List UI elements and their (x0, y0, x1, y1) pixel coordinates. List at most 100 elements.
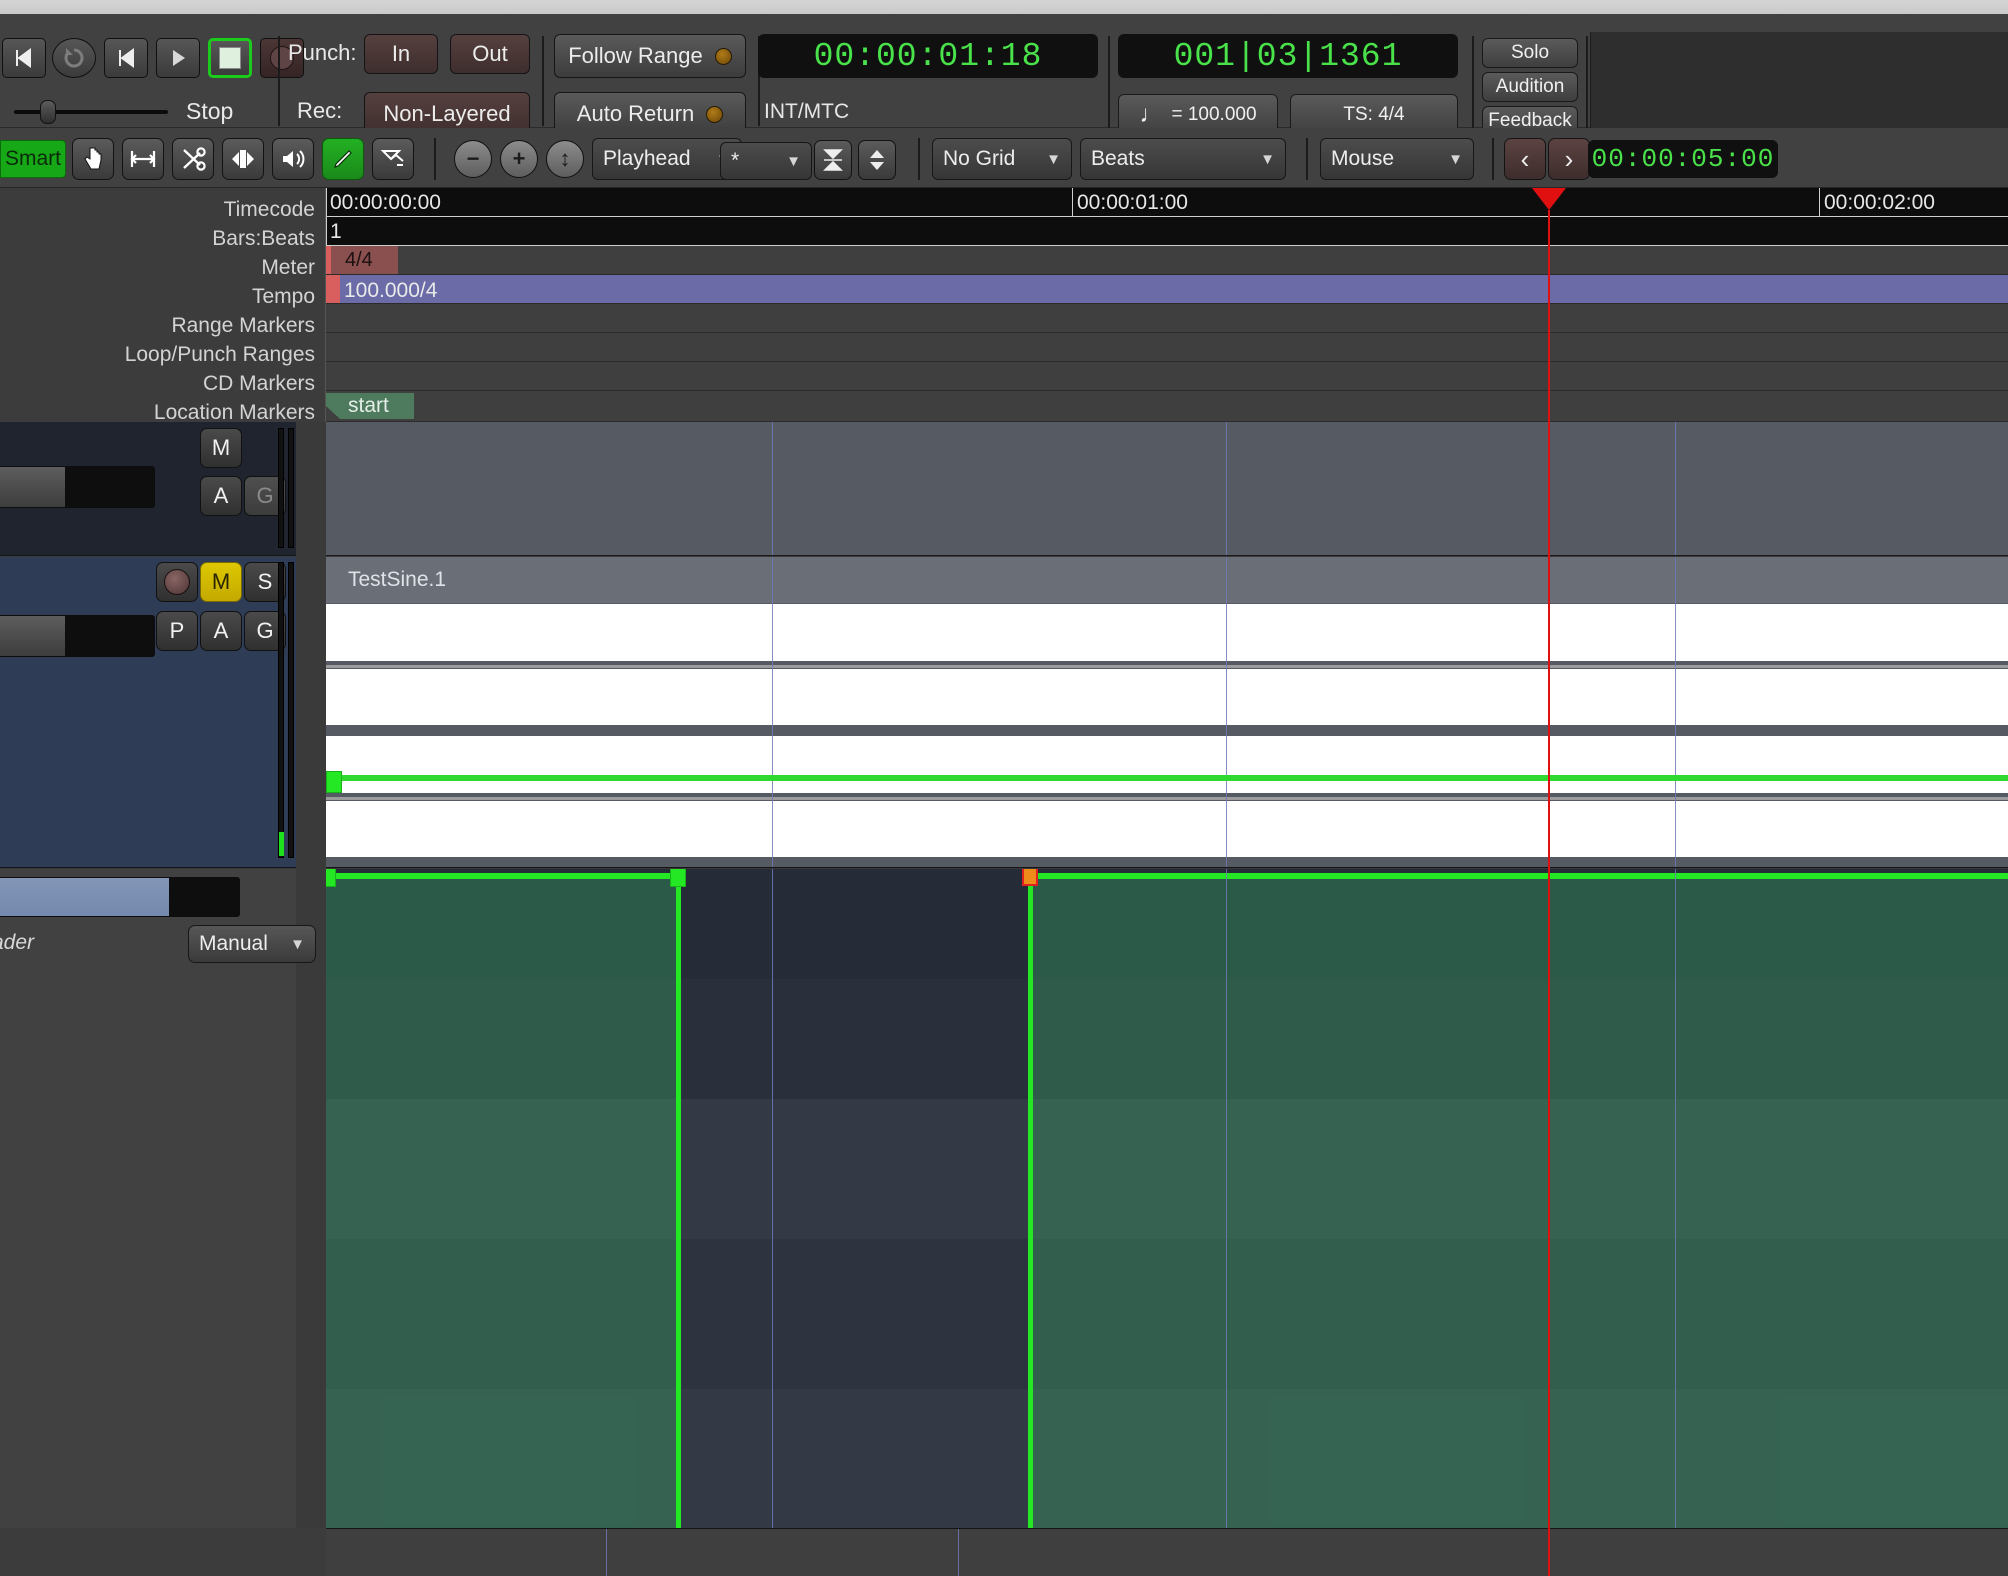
automation-segment-top-left[interactable] (326, 873, 678, 879)
ruler-label-tempo[interactable]: Tempo (252, 285, 315, 309)
audio-fader[interactable] (0, 615, 155, 657)
automation-lane-controls[interactable]: ader Manual ▼ (0, 869, 296, 1576)
grid-mode-combo[interactable]: No Grid ▼ (932, 138, 1072, 180)
ruler-label-timecode[interactable]: Timecode (224, 198, 315, 222)
automation-lane-fader[interactable] (0, 877, 240, 917)
audition-tool-button[interactable] (272, 138, 314, 180)
automation-curve-icon (380, 147, 406, 171)
audition-button[interactable]: Audition (1482, 72, 1578, 102)
toolbar-divider-5 (1472, 36, 1474, 136)
pencil-icon (331, 147, 355, 171)
chevron-down-icon: ▼ (1046, 151, 1061, 168)
ruler-label-cd-markers[interactable]: CD Markers (203, 372, 315, 396)
region-header[interactable]: TestSine.1 (326, 557, 2008, 603)
play-button[interactable] (156, 38, 200, 78)
bus-meter-right (288, 428, 294, 548)
audio-automation-button[interactable]: A (200, 611, 242, 651)
automation-segment-drop-1[interactable] (676, 873, 681, 1576)
track-controls-audio[interactable]: M S P A G (0, 557, 296, 868)
automation-lane-canvas[interactable] (326, 869, 2008, 1576)
grid-line (772, 557, 773, 867)
automation-mode-combo[interactable]: Manual ▼ (188, 925, 316, 963)
bus-mute-button[interactable]: M (200, 428, 242, 468)
ruler-cd-markers[interactable] (326, 362, 2008, 391)
automation-point-2[interactable] (670, 869, 686, 887)
solo-button[interactable]: Solo (1482, 38, 1578, 68)
ruler-label-bars-beats[interactable]: Bars:Beats (212, 227, 315, 251)
toolbar-divider-6 (1586, 36, 1588, 136)
nudge-forward-button[interactable]: › (1548, 138, 1590, 180)
bus-automation-button[interactable]: A (200, 476, 242, 516)
note-glyph-icon: ♩ (1139, 101, 1163, 129)
automation-point-5-selected[interactable] (1022, 869, 1038, 886)
sync-source-label[interactable]: INT/MTC (764, 100, 849, 124)
edit-point-combo[interactable]: Mouse ▼ (1320, 138, 1474, 180)
secondary-clock[interactable]: 001|03|1361 (1118, 34, 1458, 78)
tempo-band (326, 275, 2008, 303)
ruler-label-meter[interactable]: Meter (261, 256, 315, 280)
automation-segment-rise[interactable] (1028, 873, 1033, 1576)
hand-pointer-icon (81, 146, 105, 172)
nudge-clock-combo[interactable]: * ▼ (720, 142, 812, 180)
region-gain-line[interactable] (326, 775, 2008, 781)
stretch-tool-button[interactable] (222, 138, 264, 180)
playhead-marker[interactable] (1532, 188, 1566, 210)
nudge-collapse-button[interactable] (814, 140, 852, 180)
stop-button[interactable] (208, 38, 252, 78)
grid-units-value: Beats (1091, 147, 1260, 171)
audio-mute-button[interactable]: M (200, 562, 242, 602)
region-gain-point[interactable] (326, 771, 342, 793)
grid-line (1226, 869, 1227, 1576)
cut-tool-button[interactable] (172, 138, 214, 180)
audio-meter-right (288, 562, 294, 858)
zoom-out-button[interactable]: − (454, 140, 492, 178)
bus-track-canvas[interactable] (326, 422, 2008, 556)
shuttle-slider-track[interactable] (14, 110, 168, 114)
zoom-to-session-button[interactable]: ↕ (546, 140, 584, 178)
bus-fader[interactable] (0, 466, 155, 508)
nudge-clock[interactable]: 00:00:05:00 (1588, 140, 1778, 178)
bottom-left-filler (0, 1528, 326, 1576)
ruler-tempo[interactable]: 100.000/4 (326, 275, 2008, 304)
tempo-marker-flag[interactable] (326, 275, 340, 303)
go-to-end-button[interactable] (104, 38, 148, 78)
shuttle-slider-knob[interactable] (40, 100, 56, 124)
go-to-start-button[interactable] (2, 38, 46, 78)
punch-out-button[interactable]: Out (450, 34, 530, 74)
waveform-channel-1[interactable] (326, 603, 2008, 735)
draw-tool-button[interactable] (322, 138, 364, 180)
track-controls-bus[interactable]: M A G (0, 422, 296, 556)
ruler-bars-beats[interactable]: 1 (326, 217, 2008, 246)
ruler-label-loop-punch[interactable]: Loop/Punch Ranges (125, 343, 315, 367)
smart-mode-button[interactable]: Smart (0, 140, 66, 178)
automation-point-1[interactable] (326, 869, 336, 887)
loop-button[interactable] (52, 38, 96, 78)
bars-tick (326, 217, 327, 245)
bus-meter-left (278, 428, 284, 548)
range-tool-button[interactable] (122, 138, 164, 180)
zoom-in-button[interactable]: + (500, 140, 538, 178)
nudge-backward-button[interactable]: ‹ (1504, 138, 1546, 180)
location-marker-start[interactable]: start (326, 393, 414, 419)
ruler-loop-punch-ranges[interactable] (326, 333, 2008, 362)
audio-track-canvas[interactable]: TestSine.1 (326, 557, 2008, 868)
automation-segment-top-right[interactable] (1028, 873, 2008, 879)
follow-range-button[interactable]: Follow Range (554, 34, 746, 78)
audio-record-arm-button[interactable] (156, 562, 198, 602)
ruler-location-markers[interactable]: start (326, 391, 2008, 422)
punch-in-button[interactable]: In (364, 34, 438, 74)
ruler-range-markers[interactable] (326, 304, 2008, 333)
ruler-timecode[interactable]: 00:00:00:00 00:00:01:00 00:00:02:00 (326, 188, 2008, 217)
edit-content-tool-button[interactable] (372, 138, 414, 180)
nudge-expand-button[interactable] (858, 140, 896, 180)
waveform-channel-2[interactable] (326, 735, 2008, 867)
grid-line (1675, 422, 1676, 555)
meter-marker[interactable]: 4/4 (326, 246, 398, 274)
primary-clock[interactable]: 00:00:01:18 (758, 34, 1098, 78)
grab-tool-button[interactable] (72, 138, 114, 180)
grid-units-combo[interactable]: Beats ▼ (1080, 138, 1286, 180)
follow-range-label: Follow Range (568, 43, 703, 69)
audio-playlist-button[interactable]: P (156, 611, 198, 651)
ruler-meter[interactable]: 4/4 (326, 246, 2008, 275)
ruler-label-range-markers[interactable]: Range Markers (171, 314, 315, 338)
